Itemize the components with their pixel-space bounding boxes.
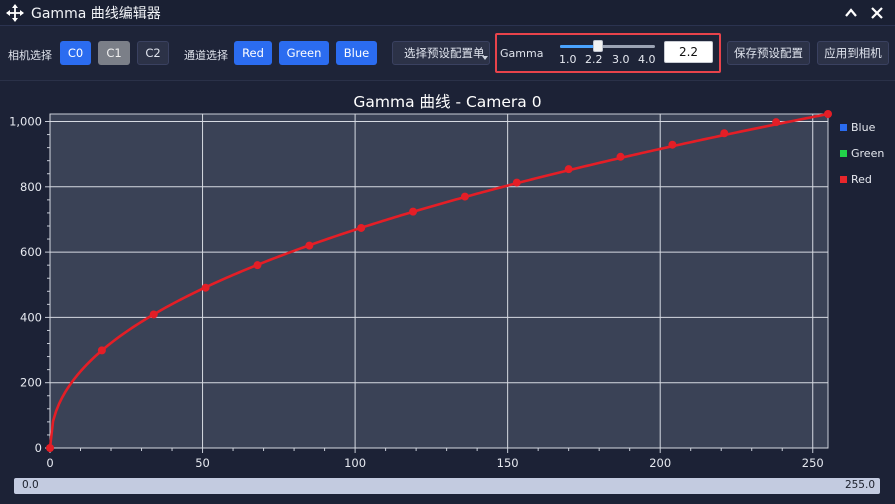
y-tick-label: 0 — [35, 441, 42, 455]
x-tick-label: 250 — [802, 456, 824, 470]
control-point[interactable] — [357, 223, 366, 232]
control-point[interactable] — [512, 178, 521, 187]
x-tick-label: 150 — [497, 456, 519, 470]
range-bar[interactable]: 0.0 255.0 — [14, 478, 880, 494]
legend-label-blue[interactable]: Blue — [851, 121, 876, 134]
control-point[interactable] — [824, 110, 832, 118]
gamma-chart[interactable]: 0 50 100 150 200 250 0 200 400 600 800 1,000 Blue Gre… — [0, 0, 895, 504]
plot-background — [49, 113, 829, 449]
x-tick-label: 0 — [46, 456, 53, 470]
y-tick-label: 400 — [20, 310, 42, 324]
legend-swatch-red — [840, 176, 847, 183]
range-min-value: 0.0 — [22, 479, 39, 491]
control-point[interactable] — [253, 261, 262, 270]
control-point[interactable] — [201, 283, 210, 292]
control-point[interactable] — [46, 444, 54, 452]
legend-label-green[interactable]: Green — [851, 147, 884, 160]
y-tick-label: 1,000 — [9, 115, 42, 129]
control-point[interactable] — [409, 207, 418, 216]
control-point[interactable] — [772, 118, 781, 127]
x-tick-label: 50 — [195, 456, 210, 470]
x-tick-label: 200 — [649, 456, 671, 470]
control-point[interactable] — [305, 241, 314, 250]
legend-label-red[interactable]: Red — [851, 173, 872, 186]
control-point[interactable] — [460, 192, 469, 201]
control-point[interactable] — [149, 310, 158, 319]
range-max-value: 255.0 — [844, 479, 875, 491]
x-tick-label: 100 — [344, 456, 366, 470]
control-point[interactable] — [564, 165, 573, 174]
control-point[interactable] — [616, 152, 625, 161]
legend-swatch-green — [840, 150, 847, 157]
control-point[interactable] — [668, 140, 677, 149]
y-tick-label: 200 — [20, 376, 42, 390]
control-point[interactable] — [720, 129, 729, 138]
y-tick-label: 800 — [20, 180, 42, 194]
y-tick-label: 600 — [20, 245, 42, 259]
control-point[interactable] — [97, 346, 106, 355]
legend-swatch-blue — [840, 124, 847, 131]
